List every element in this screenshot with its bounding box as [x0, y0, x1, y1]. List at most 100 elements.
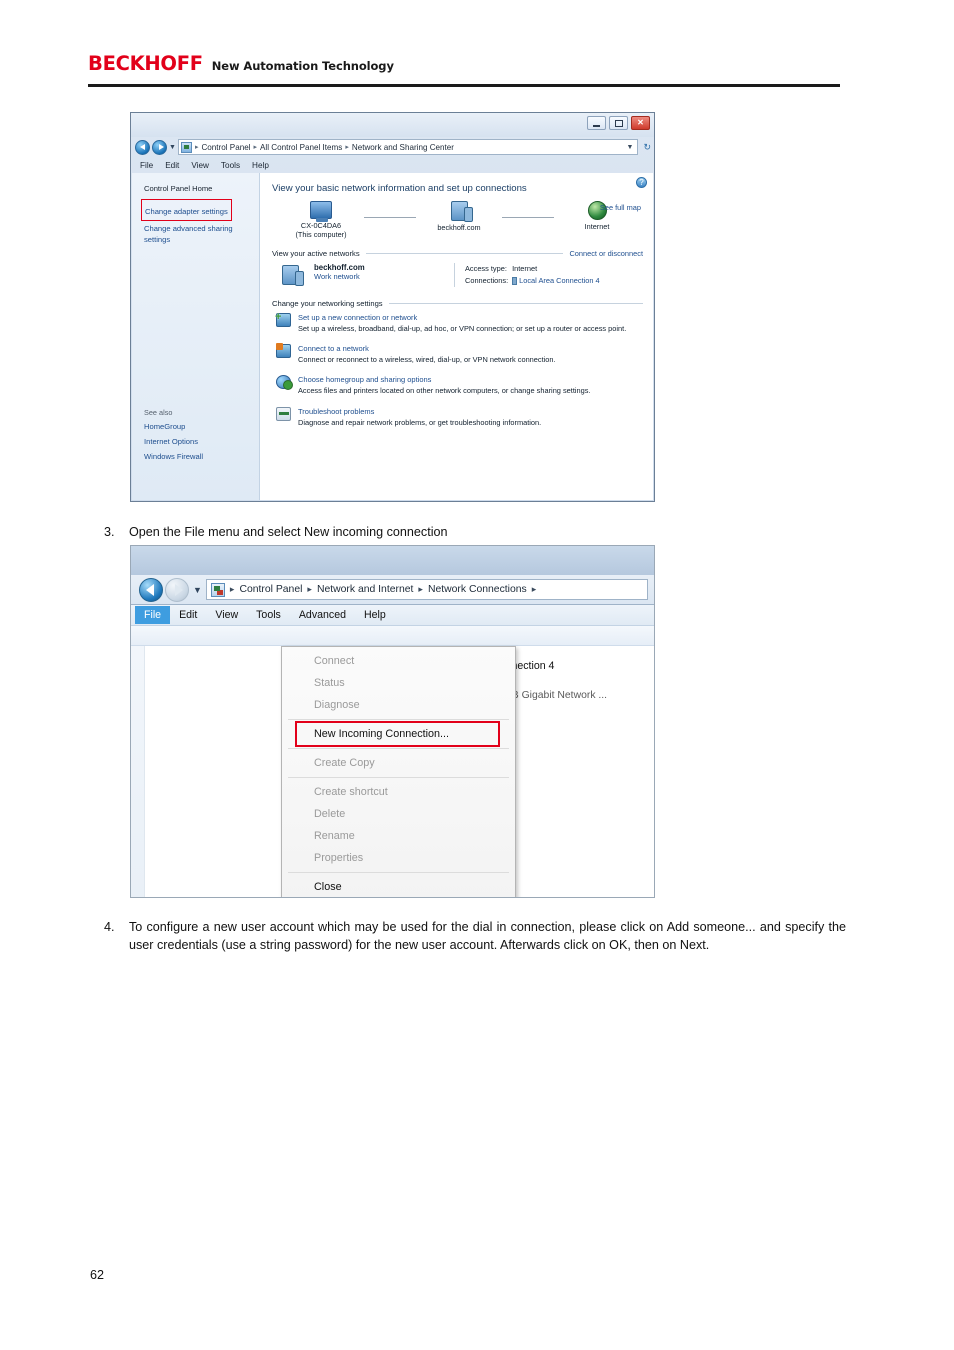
- see-also-section: See also HomeGroup Internet Options Wind…: [144, 408, 203, 466]
- active-network-type[interactable]: Work network: [314, 272, 365, 281]
- refresh-icon[interactable]: ↻: [640, 142, 654, 153]
- see-also-homegroup-link[interactable]: HomeGroup: [144, 421, 203, 432]
- recent-pages-chevron-icon[interactable]: ▼: [169, 144, 176, 151]
- recent-pages-chevron-icon[interactable]: ▼: [193, 585, 202, 595]
- left-task-pane: Control Panel Home Change adapter settin…: [132, 173, 260, 500]
- task-set-up-new-connection[interactable]: Set up a new connection or network Set u…: [275, 311, 643, 334]
- back-icon[interactable]: [139, 577, 163, 602]
- change-settings-title: Change your networking settings: [272, 298, 383, 308]
- network-map: CX-0C4DA6 (This computer) beckhoff.com I…: [278, 201, 643, 240]
- breadcrumb[interactable]: ▸ Control Panel ▸ Network and Internet ▸…: [205, 579, 648, 600]
- step-3-text: Open the File menu and select New incomi…: [129, 525, 448, 539]
- menu-file[interactable]: File: [140, 161, 153, 170]
- menu-tools[interactable]: Tools: [221, 161, 240, 170]
- menu-separator: [288, 777, 509, 778]
- breadcrumb-separator: ▸: [345, 144, 349, 151]
- breadcrumb-trailing-separator[interactable]: ▸: [532, 584, 537, 595]
- breadcrumb-item-network-connections[interactable]: Network Connections: [428, 584, 527, 595]
- see-also-internet-options-link[interactable]: Internet Options: [144, 436, 203, 447]
- connect-or-disconnect-link[interactable]: Connect or disconnect: [569, 249, 643, 258]
- access-type-value: Internet: [512, 263, 538, 273]
- troubleshoot-icon: [276, 406, 291, 421]
- see-full-map-link[interactable]: See full map: [600, 203, 641, 212]
- maximize-button[interactable]: [609, 116, 628, 130]
- connections-value-link[interactable]: Local Area Connection 4: [519, 276, 600, 285]
- menu-edit[interactable]: Edit: [170, 606, 206, 624]
- menu-item-connect[interactable]: Connect: [282, 650, 515, 672]
- back-icon[interactable]: [135, 139, 150, 155]
- menu-item-delete[interactable]: Delete: [282, 803, 515, 825]
- breadcrumb-separator: ▸: [194, 144, 199, 151]
- computer-icon: [310, 201, 332, 222]
- breadcrumb-item-network-sharing-center[interactable]: Network and Sharing Center: [352, 143, 454, 152]
- menu-view[interactable]: View: [206, 606, 247, 624]
- breadcrumb[interactable]: ▸ Control Panel ▸ All Control Panel Item…: [177, 139, 639, 155]
- change-advanced-sharing-link[interactable]: Change advanced sharing settings: [144, 223, 251, 245]
- task-title[interactable]: Connect to a network: [298, 344, 556, 353]
- menu-item-properties[interactable]: Properties: [282, 847, 515, 869]
- forward-icon[interactable]: [152, 139, 167, 155]
- change-adapter-settings-link[interactable]: Change adapter settings: [145, 207, 228, 216]
- active-network-details: Access type: Internet Connections: Local…: [465, 263, 600, 287]
- task-title[interactable]: Choose homegroup and sharing options: [298, 375, 591, 384]
- breadcrumb-item-network-and-internet[interactable]: Network and Internet: [317, 584, 413, 595]
- menu-tools[interactable]: Tools: [247, 606, 290, 624]
- menu-view[interactable]: View: [191, 161, 209, 170]
- control-panel-icon: [180, 141, 192, 153]
- task-description: Access files and printers located on oth…: [298, 386, 591, 396]
- help-icon[interactable]: ?: [636, 177, 647, 188]
- close-button[interactable]: ✕: [631, 116, 650, 130]
- main-content-pane: ? View your basic network information an…: [260, 173, 653, 500]
- menu-item-rename[interactable]: Rename: [282, 825, 515, 847]
- server-icon: [450, 201, 473, 222]
- menu-help[interactable]: Help: [355, 606, 395, 624]
- breadcrumb-item-control-panel[interactable]: Control Panel: [201, 143, 250, 152]
- task-choose-homegroup[interactable]: Choose homegroup and sharing options Acc…: [276, 375, 643, 396]
- window-titlebar: ✕: [131, 113, 654, 137]
- menu-separator: [288, 872, 509, 873]
- menu-file[interactable]: File: [135, 606, 171, 624]
- active-network-identity[interactable]: beckhoff.com Work network: [276, 263, 454, 287]
- menu-bar: File Edit View Tools Advanced Help: [131, 605, 654, 626]
- minimize-button[interactable]: [587, 116, 606, 130]
- map-node-network[interactable]: beckhoff.com: [416, 201, 502, 232]
- control-panel-home-link[interactable]: Control Panel Home: [144, 183, 251, 194]
- window-body: Control Panel Home Change adapter settin…: [132, 173, 653, 500]
- new-connection-icon: [275, 311, 291, 327]
- window-controls: ✕: [587, 116, 650, 130]
- menu-edit[interactable]: Edit: [165, 161, 179, 170]
- breadcrumb-item-all-items[interactable]: All Control Panel Items: [260, 143, 342, 152]
- see-also-windows-firewall-link[interactable]: Windows Firewall: [144, 451, 203, 462]
- map-node-computer[interactable]: CX-0C4DA6 (This computer): [278, 201, 364, 240]
- menu-item-create-shortcut[interactable]: Create shortcut: [282, 781, 515, 803]
- menu-advanced[interactable]: Advanced: [290, 606, 355, 624]
- connection-small-icon: [512, 276, 518, 285]
- breadcrumb-item-control-panel[interactable]: Control Panel: [239, 584, 302, 595]
- map-node-network-label: beckhoff.com: [437, 223, 481, 232]
- breadcrumb-separator: ▸: [229, 584, 235, 594]
- breadcrumb-chevron-down-icon[interactable]: ▼: [627, 144, 636, 151]
- menu-item-close[interactable]: Close: [282, 876, 515, 897]
- step-3-number: 3.: [104, 525, 115, 539]
- connect-network-icon: [276, 343, 291, 359]
- task-title[interactable]: Troubleshoot problems: [298, 407, 541, 416]
- task-connect-to-network[interactable]: Connect to a network Connect or reconnec…: [276, 343, 643, 365]
- forward-icon[interactable]: [165, 577, 189, 602]
- menu-help[interactable]: Help: [252, 161, 269, 170]
- breadcrumb-separator: ▸: [253, 144, 258, 151]
- menu-item-diagnose[interactable]: Diagnose: [282, 694, 515, 716]
- change-adapter-settings-highlight: Change adapter settings: [141, 199, 232, 221]
- menu-item-status[interactable]: Status: [282, 672, 515, 694]
- connections-label: Connections:: [465, 275, 509, 285]
- beckhoff-logo: BECKHOFF: [88, 52, 203, 75]
- access-type-label: Access type:: [465, 263, 507, 273]
- address-bar: ▼ ▸ Control Panel ▸ All Control Panel It…: [131, 137, 654, 157]
- menu-item-create-copy[interactable]: Create Copy: [282, 752, 515, 774]
- menu-item-new-incoming-connection[interactable]: New Incoming Connection...: [282, 723, 515, 745]
- toolbar-strip: [131, 626, 654, 646]
- map-node-internet-label: Internet: [584, 222, 610, 231]
- file-dropdown-menu: Connect Status Diagnose New Incoming Con…: [281, 646, 516, 897]
- task-title[interactable]: Set up a new connection or network: [298, 313, 626, 322]
- task-troubleshoot-problems[interactable]: Troubleshoot problems Diagnose and repai…: [276, 406, 643, 428]
- step-4-text: To configure a new user account which ma…: [129, 920, 846, 953]
